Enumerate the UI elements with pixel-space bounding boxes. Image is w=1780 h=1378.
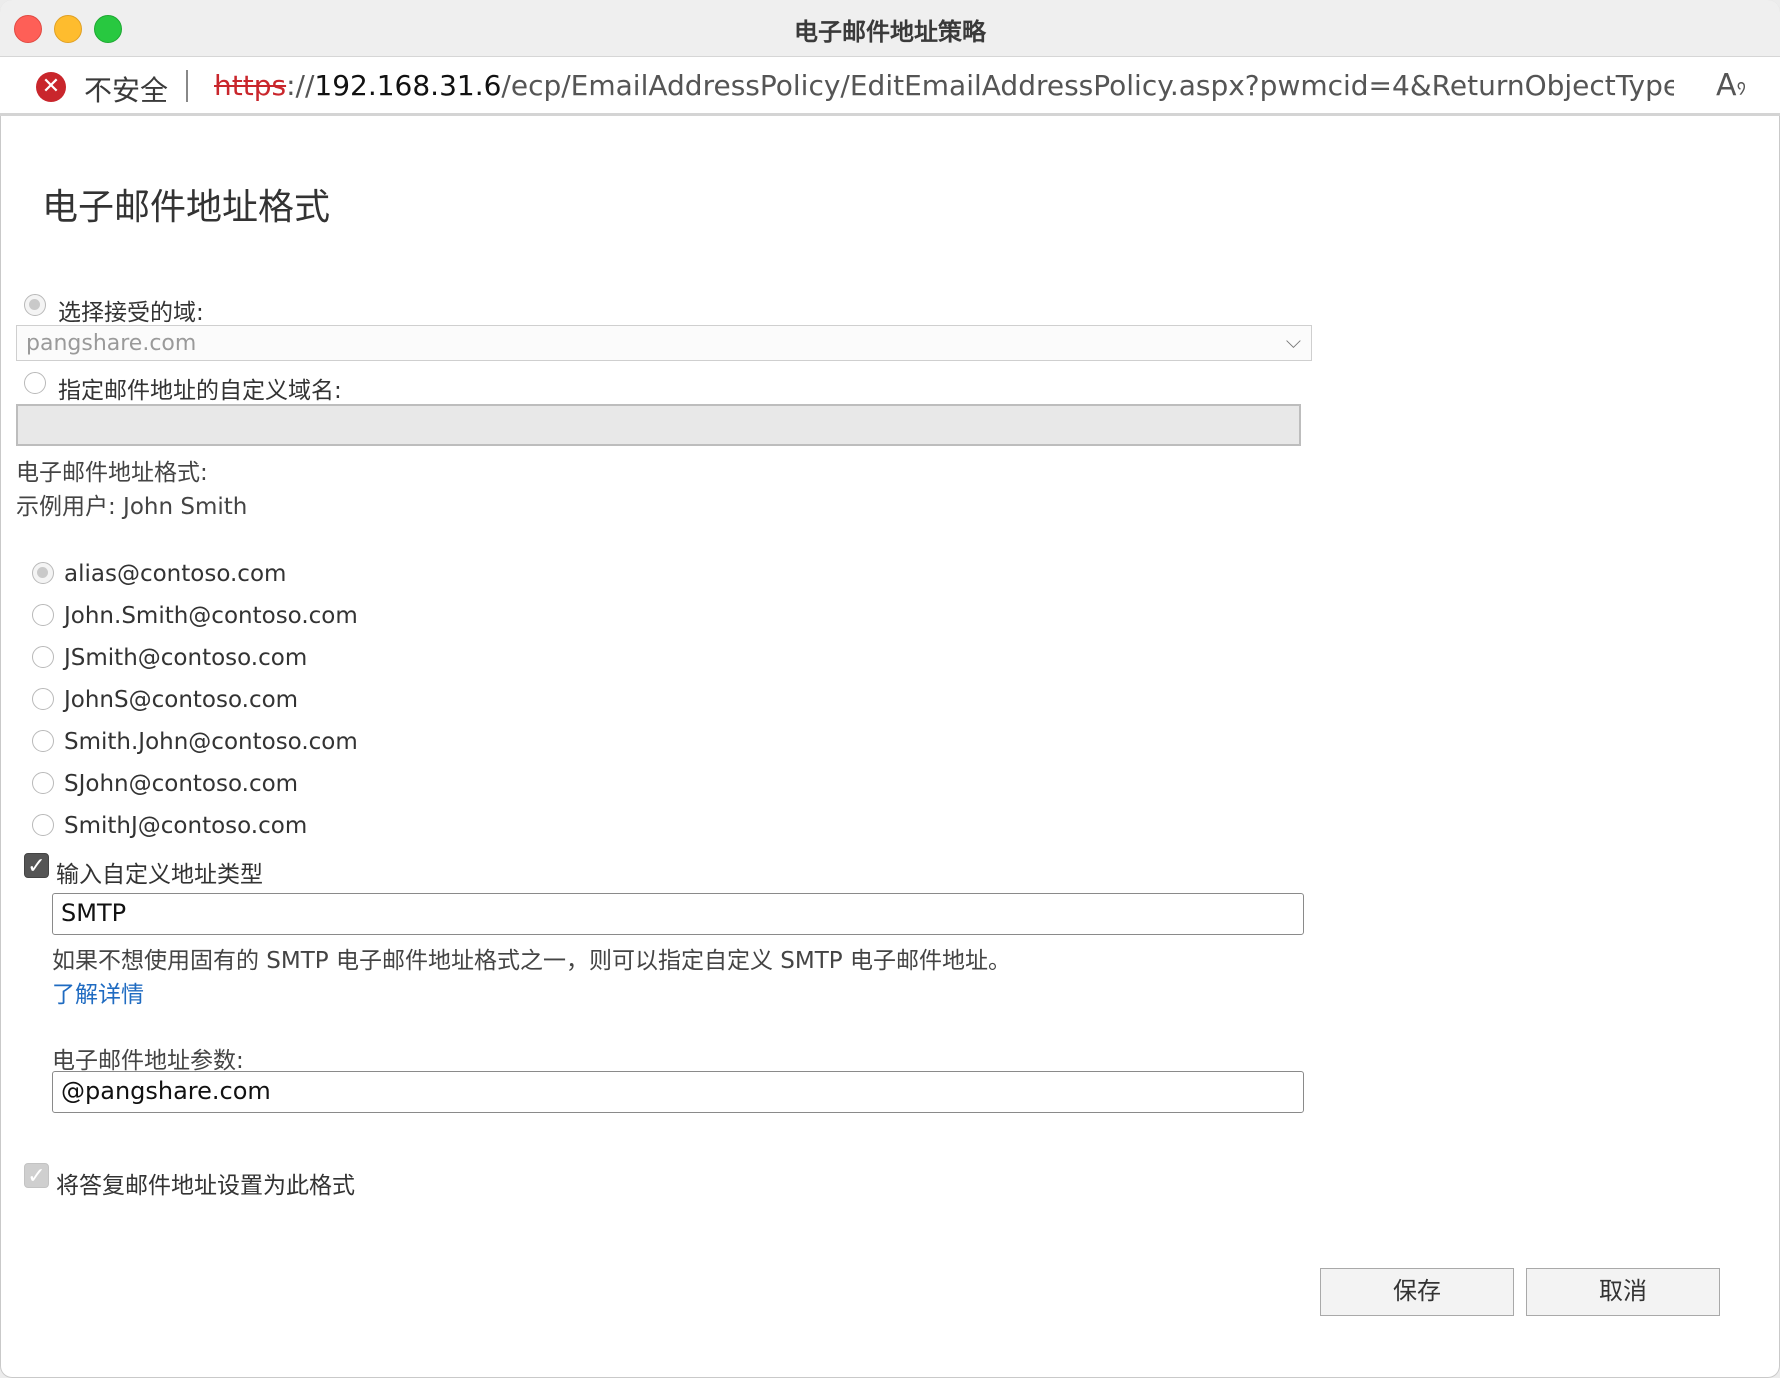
learn-more-link[interactable]: 了解详情	[52, 975, 144, 1009]
accepted-domain-value: pangshare.com	[26, 331, 197, 356]
address-separator	[186, 70, 188, 102]
accepted-domain-radio[interactable]	[24, 294, 46, 316]
format-label-last-dot-first: Smith.John@contoso.com	[64, 729, 358, 755]
cancel-button[interactable]: 取消	[1526, 1268, 1720, 1316]
params-input[interactable]: @pangshare.com	[52, 1071, 1304, 1113]
custom-type-input[interactable]: SMTP	[52, 893, 1304, 935]
sample-user-label: 示例用户: John Smith	[16, 494, 248, 520]
reader-mode-icon[interactable]: A᠀	[1716, 68, 1746, 103]
params-label: 电子邮件地址参数:	[52, 1048, 244, 1074]
reply-format-label: 将答复邮件地址设置为此格式	[56, 1173, 355, 1199]
format-label-alias: alias@contoso.com	[64, 561, 287, 587]
url-scheme-separator: ://	[286, 69, 315, 102]
format-label-first-initial: JohnS@contoso.com	[64, 687, 299, 713]
title-bar: 电子邮件地址策略	[0, 0, 1780, 57]
format-radio-initial-last[interactable]	[32, 646, 54, 668]
accepted-domain-select[interactable]: pangshare.com ⌵	[16, 325, 1312, 361]
page-title: 电子邮件地址格式	[42, 187, 331, 228]
custom-type-checkbox[interactable]: ✓	[24, 853, 49, 879]
format-radio-alias[interactable]	[32, 562, 54, 584]
accepted-domain-label: 选择接受的域:	[58, 300, 204, 326]
format-radio-first-initial[interactable]	[32, 688, 54, 710]
custom-domain-input[interactable]	[16, 404, 1301, 446]
security-status-label[interactable]: 不安全	[84, 69, 168, 109]
format-radio-last-initial[interactable]	[32, 814, 54, 836]
format-label-first-dot-last: John.Smith@contoso.com	[64, 603, 358, 629]
chevron-down-icon: ⌵	[1285, 329, 1301, 353]
format-label-last-initial: SmithJ@contoso.com	[64, 813, 308, 839]
url-scheme: https	[214, 69, 287, 102]
save-button[interactable]: 保存	[1320, 1268, 1514, 1316]
reply-format-checkbox[interactable]: ✓	[24, 1163, 49, 1189]
url-text[interactable]: https://192.168.31.6/ecp/EmailAddressPol…	[214, 69, 1674, 102]
format-radio-initial-first[interactable]	[32, 772, 54, 794]
custom-type-label: 输入自定义地址类型	[56, 862, 263, 888]
browser-window: 电子邮件地址策略 ✕ 不安全 https://192.168.31.6/ecp/…	[0, 0, 1780, 1378]
format-label-initial-last: JSmith@contoso.com	[64, 645, 308, 671]
custom-domain-label: 指定邮件地址的自定义域名:	[58, 378, 342, 404]
custom-domain-radio[interactable]	[24, 372, 46, 394]
format-radio-last-dot-first[interactable]	[32, 730, 54, 752]
format-label: 电子邮件地址格式:	[16, 460, 208, 486]
url-path: /ecp/EmailAddressPolicy/EditEmailAddress…	[501, 69, 1674, 102]
format-label-initial-first: SJohn@contoso.com	[64, 771, 299, 797]
custom-type-help: 如果不想使用固有的 SMTP 电子邮件地址格式之一，则可以指定自定义 SMTP …	[52, 948, 1011, 974]
insecure-warning-icon[interactable]: ✕	[36, 72, 66, 102]
url-host: 192.168.31.6	[314, 69, 502, 102]
format-radio-first-dot-last[interactable]	[32, 604, 54, 626]
window-title: 电子邮件地址策略	[794, 18, 986, 46]
